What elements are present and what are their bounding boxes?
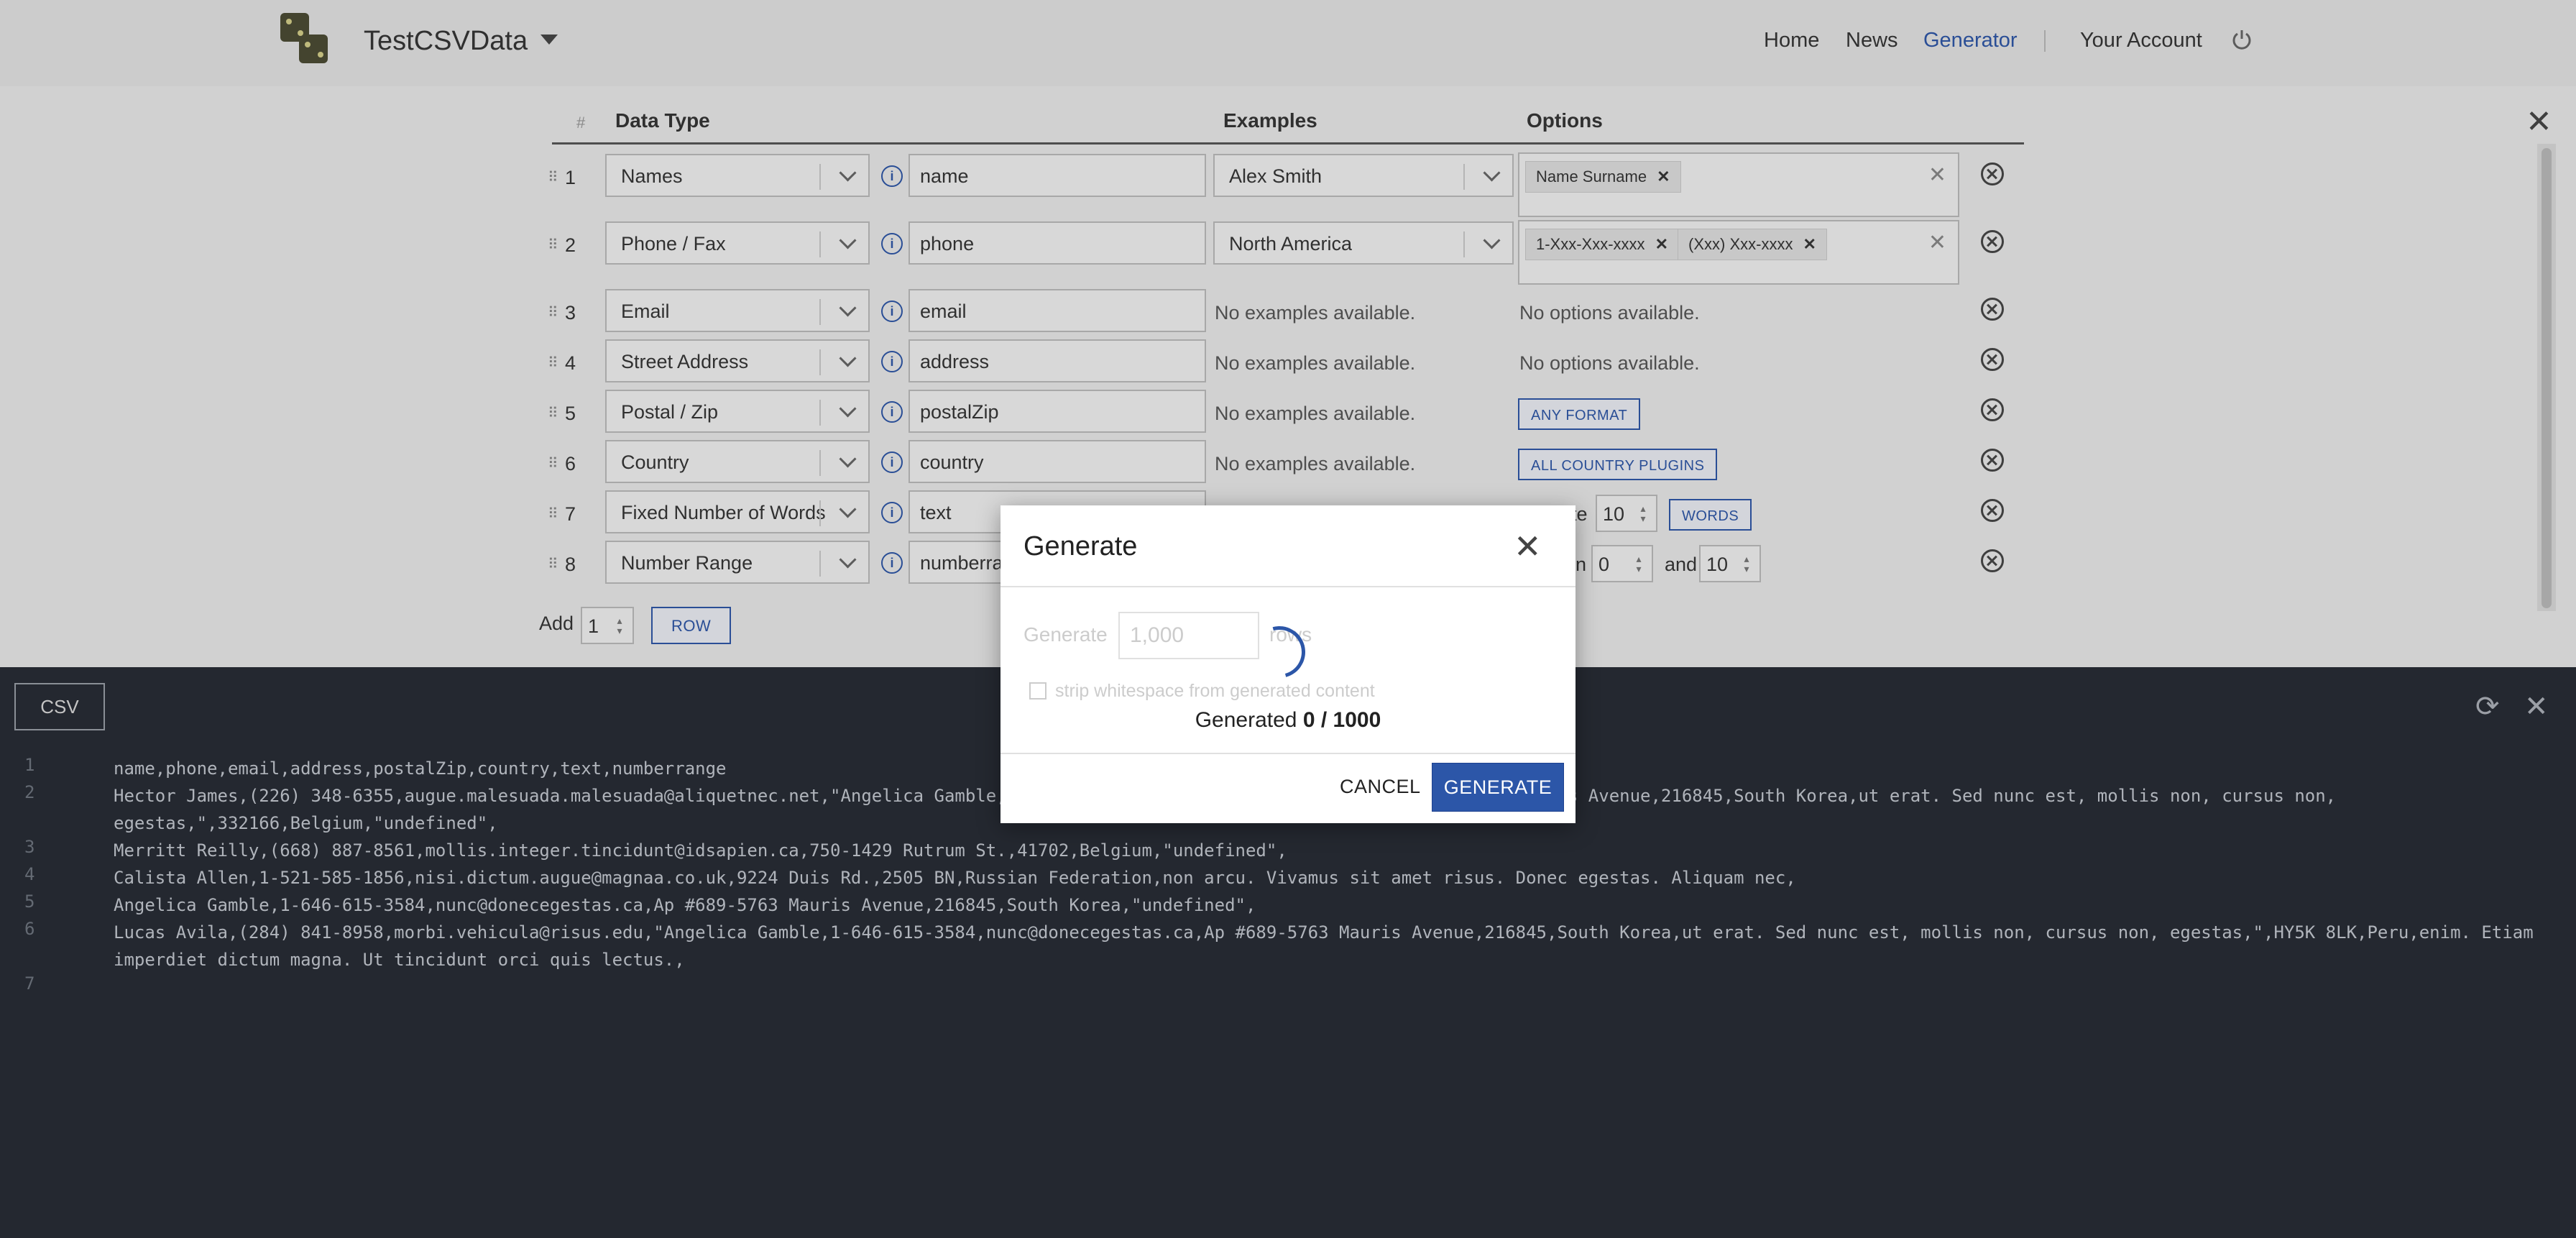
- generate-label: Generate: [1024, 623, 1108, 646]
- dialog-divider: [1000, 753, 1576, 754]
- generation-progress: Generated 0 / 1000: [1000, 708, 1576, 733]
- close-dialog-icon[interactable]: ✕: [1514, 530, 1542, 563]
- cancel-button[interactable]: CANCEL: [1340, 776, 1421, 798]
- row-count-value: 1,000: [1130, 623, 1184, 647]
- strip-whitespace-label: strip whitespace from generated content: [1055, 681, 1375, 701]
- strip-whitespace-checkbox[interactable]: [1029, 682, 1046, 700]
- generate-button[interactable]: GENERATE: [1432, 763, 1564, 812]
- progress-label: Generated: [1195, 708, 1297, 732]
- dialog-title: Generate: [1024, 531, 1138, 561]
- row-count-input[interactable]: 1,000: [1118, 612, 1259, 659]
- generate-dialog: Generate ✕ Generate 1,000 rows strip whi…: [1000, 505, 1576, 823]
- progress-value: 0 / 1000: [1302, 708, 1381, 732]
- dialog-divider: [1000, 586, 1576, 587]
